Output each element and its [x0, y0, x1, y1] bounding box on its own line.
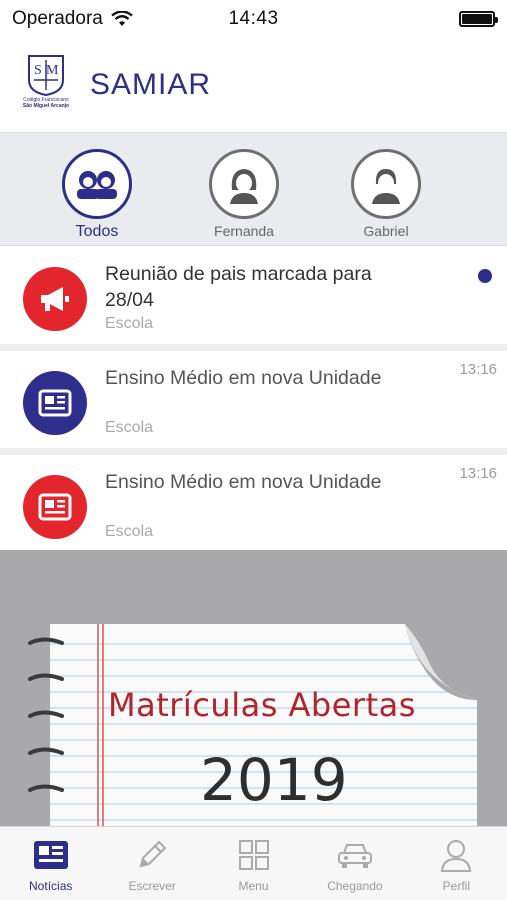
status-bar: 14:43 Operadora	[0, 0, 507, 38]
news-feed: Reunião de pais marcada para 28/04 Escol…	[0, 247, 507, 559]
newspaper-icon	[32, 837, 70, 873]
tab-label: Perfil	[442, 879, 470, 893]
girl-avatar-icon	[209, 149, 279, 219]
news-item[interactable]: Reunião de pais marcada para 28/04 Escol…	[0, 247, 507, 351]
news-title: Ensino Médio em nova Unidade	[105, 367, 382, 389]
news-source: Escola	[105, 523, 154, 540]
crest-icon: S M	[28, 55, 64, 96]
tab-label: Chegando	[327, 879, 383, 893]
children-selector: Todos Fernanda Gabriel	[0, 132, 507, 246]
news-time: 13:16	[459, 361, 497, 378]
news-title: Reunião de pais marcada para 28/04	[105, 263, 372, 311]
megaphone-icon	[23, 267, 87, 331]
news-source: Escola	[105, 419, 154, 436]
enrollment-banner[interactable]: Matrículas Abertas 2019	[0, 550, 507, 826]
tab-menu[interactable]: Menu	[203, 827, 304, 900]
child-fernanda[interactable]: Fernanda	[194, 149, 294, 239]
unread-indicator	[478, 269, 492, 283]
app-title: SAMIAR	[90, 68, 212, 101]
svg-text:S: S	[34, 63, 42, 78]
tab-escrever[interactable]: Escrever	[101, 827, 202, 900]
tab-chegando[interactable]: Chegando	[304, 827, 405, 900]
logo-caption-2: São Miguel Arcanjo	[22, 103, 70, 109]
status-time: 14:43	[228, 8, 279, 29]
tab-bar: Notícias Escrever Menu Chegando Perfil	[0, 826, 507, 900]
child-todos[interactable]: Todos	[47, 149, 147, 241]
newspaper-icon	[23, 475, 87, 539]
boy-avatar-icon	[351, 149, 421, 219]
car-icon	[336, 837, 374, 873]
newspaper-icon	[23, 371, 87, 435]
school-logo: S M Colégio Franciscano São Miguel Arcan…	[20, 54, 72, 116]
news-time: 13:16	[459, 465, 497, 482]
child-label: Fernanda	[214, 223, 274, 239]
tab-label: Notícias	[29, 879, 73, 893]
person-icon	[437, 837, 475, 873]
tab-label: Escrever	[128, 879, 176, 893]
app-header: S M Colégio Franciscano São Miguel Arcan…	[0, 38, 507, 132]
child-gabriel[interactable]: Gabriel	[336, 149, 436, 239]
child-label: Todos	[75, 223, 119, 240]
banner-year: 2019	[200, 746, 348, 814]
pencil-icon	[133, 837, 171, 873]
news-source: Escola	[105, 315, 154, 332]
tab-perfil[interactable]: Perfil	[406, 827, 507, 900]
news-item[interactable]: Ensino Médio em nova Unidade Escola 13:1…	[0, 351, 507, 455]
news-title: Ensino Médio em nova Unidade	[105, 471, 382, 493]
battery-icon	[459, 11, 498, 27]
banner-headline: Matrículas Abertas	[108, 686, 416, 724]
news-item[interactable]: Ensino Médio em nova Unidade Escola 13:1…	[0, 455, 507, 559]
grid-icon	[235, 837, 273, 873]
group-avatar-icon	[62, 149, 132, 219]
child-label: Gabriel	[363, 223, 409, 239]
tab-noticias[interactable]: Notícias	[0, 827, 101, 900]
tab-label: Menu	[238, 879, 269, 893]
svg-text:M: M	[46, 63, 59, 78]
